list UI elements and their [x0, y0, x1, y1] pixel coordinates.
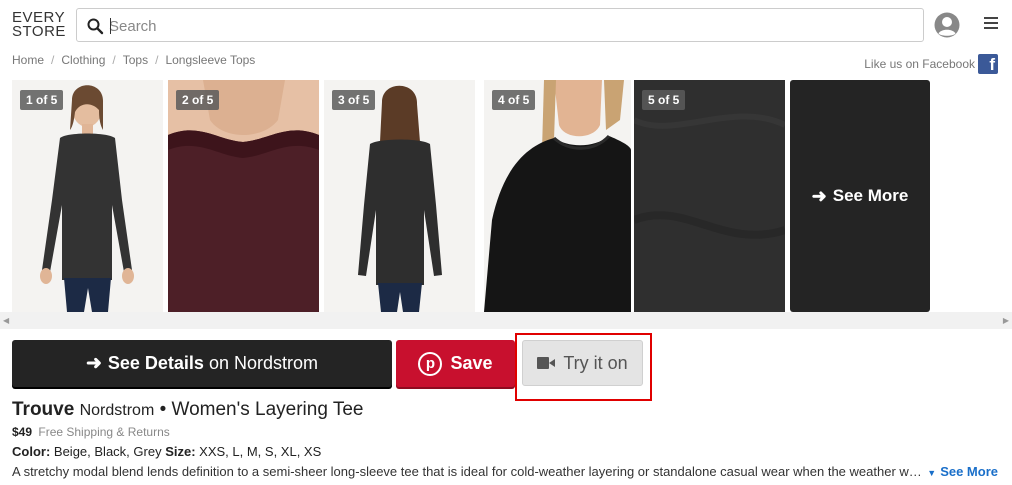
- price-line: $49 Free Shipping & Returns: [12, 425, 170, 439]
- see-more-tile[interactable]: ➜ See More: [790, 80, 930, 312]
- product-photo-1-image: [40, 85, 134, 312]
- facebook-label: Like us on Facebook: [864, 57, 975, 71]
- product-photo-3-image: [358, 85, 442, 312]
- facebook-icon[interactable]: f: [978, 54, 998, 74]
- product-brand: Trouve: [12, 399, 75, 420]
- scroll-right-arrow-icon[interactable]: ▶: [1003, 316, 1009, 325]
- see-details-store: on Nordstrom: [208, 353, 319, 373]
- gallery-scrollbar[interactable]: ◀ ▶: [0, 312, 1012, 329]
- product-name: Women's Layering Tee: [171, 399, 364, 420]
- save-button[interactable]: p Save: [396, 340, 515, 387]
- description-see-more-link[interactable]: ▼ See More: [927, 464, 998, 479]
- product-photo-4[interactable]: 4 of 5: [484, 80, 631, 312]
- scroll-left-arrow-icon[interactable]: ◀: [3, 316, 9, 325]
- product-attributes: Color: Beige, Black, Grey Size: XXS, L, …: [12, 444, 321, 459]
- search-box[interactable]: [76, 8, 924, 42]
- product-photo-3[interactable]: 3 of 5: [324, 80, 475, 312]
- color-value: Beige, Black, Grey: [53, 444, 162, 459]
- color-label: Color:: [12, 444, 51, 459]
- product-description: A stretchy modal blend lends definition …: [12, 464, 922, 479]
- breadcrumb: Home / Clothing / Tops / Longsleeve Tops: [12, 53, 256, 67]
- photo-counter-badge: 4 of 5: [492, 90, 536, 110]
- pinterest-icon: p: [418, 351, 443, 376]
- breadcrumb-home[interactable]: Home: [12, 53, 44, 67]
- logo-line-2: STORE: [12, 23, 66, 40]
- breadcrumb-tops[interactable]: Tops: [123, 53, 148, 67]
- product-title: Trouve Nordstrom • Women's Layering Tee: [12, 399, 363, 421]
- arrow-right-icon: ➜: [811, 185, 827, 206]
- product-photo-2[interactable]: 2 of 5: [168, 80, 319, 312]
- user-icon[interactable]: [934, 12, 960, 38]
- chevron-down-icon: ▼: [927, 468, 937, 478]
- photo-counter-badge: 3 of 5: [332, 90, 376, 110]
- product-photo-5-image: [634, 80, 785, 312]
- product-photo-1[interactable]: 1 of 5: [12, 80, 163, 312]
- menu-icon[interactable]: [984, 17, 998, 31]
- breadcrumb-clothing[interactable]: Clothing: [61, 53, 105, 67]
- image-gallery: 1 of 5 2 of 5 3 of 5 4 of 5 5 of 5 ➜ See…: [0, 80, 1012, 312]
- title-bullet: •: [159, 399, 167, 420]
- product-photo-4-image: [484, 80, 631, 312]
- photo-counter-badge: 1 of 5: [20, 90, 64, 110]
- product-price: $49: [12, 425, 33, 439]
- product-store: Nordstrom: [79, 402, 155, 419]
- search-input[interactable]: [109, 15, 909, 37]
- text-caret: [110, 18, 111, 34]
- arrow-right-icon: ➜: [85, 353, 102, 374]
- breadcrumb-longsleeve-tops[interactable]: Longsleeve Tops: [165, 53, 255, 67]
- shipping-note: Free Shipping & Returns: [38, 425, 170, 439]
- save-label: Save: [450, 353, 493, 373]
- logo[interactable]: EVERY STORE: [12, 10, 66, 40]
- description-see-more-label: See More: [940, 464, 998, 479]
- header: EVERY STORE: [0, 0, 1012, 50]
- see-more-label: See More: [832, 186, 909, 205]
- facebook-like[interactable]: Like us on Facebook f: [864, 54, 998, 74]
- product-photo-5[interactable]: 5 of 5: [634, 80, 785, 312]
- search-icon: [87, 18, 104, 35]
- photo-counter-badge: 2 of 5: [176, 90, 220, 110]
- photo-counter-badge: 5 of 5: [642, 90, 686, 110]
- see-details-button[interactable]: ➜ See Details on Nordstrom: [12, 340, 392, 387]
- product-photo-2-image: [168, 80, 319, 312]
- highlight-box: [515, 333, 652, 401]
- size-value: XXS, L, M, S, XL, XS: [199, 444, 322, 459]
- size-label: Size:: [165, 444, 196, 459]
- see-details-label: See Details: [107, 353, 204, 373]
